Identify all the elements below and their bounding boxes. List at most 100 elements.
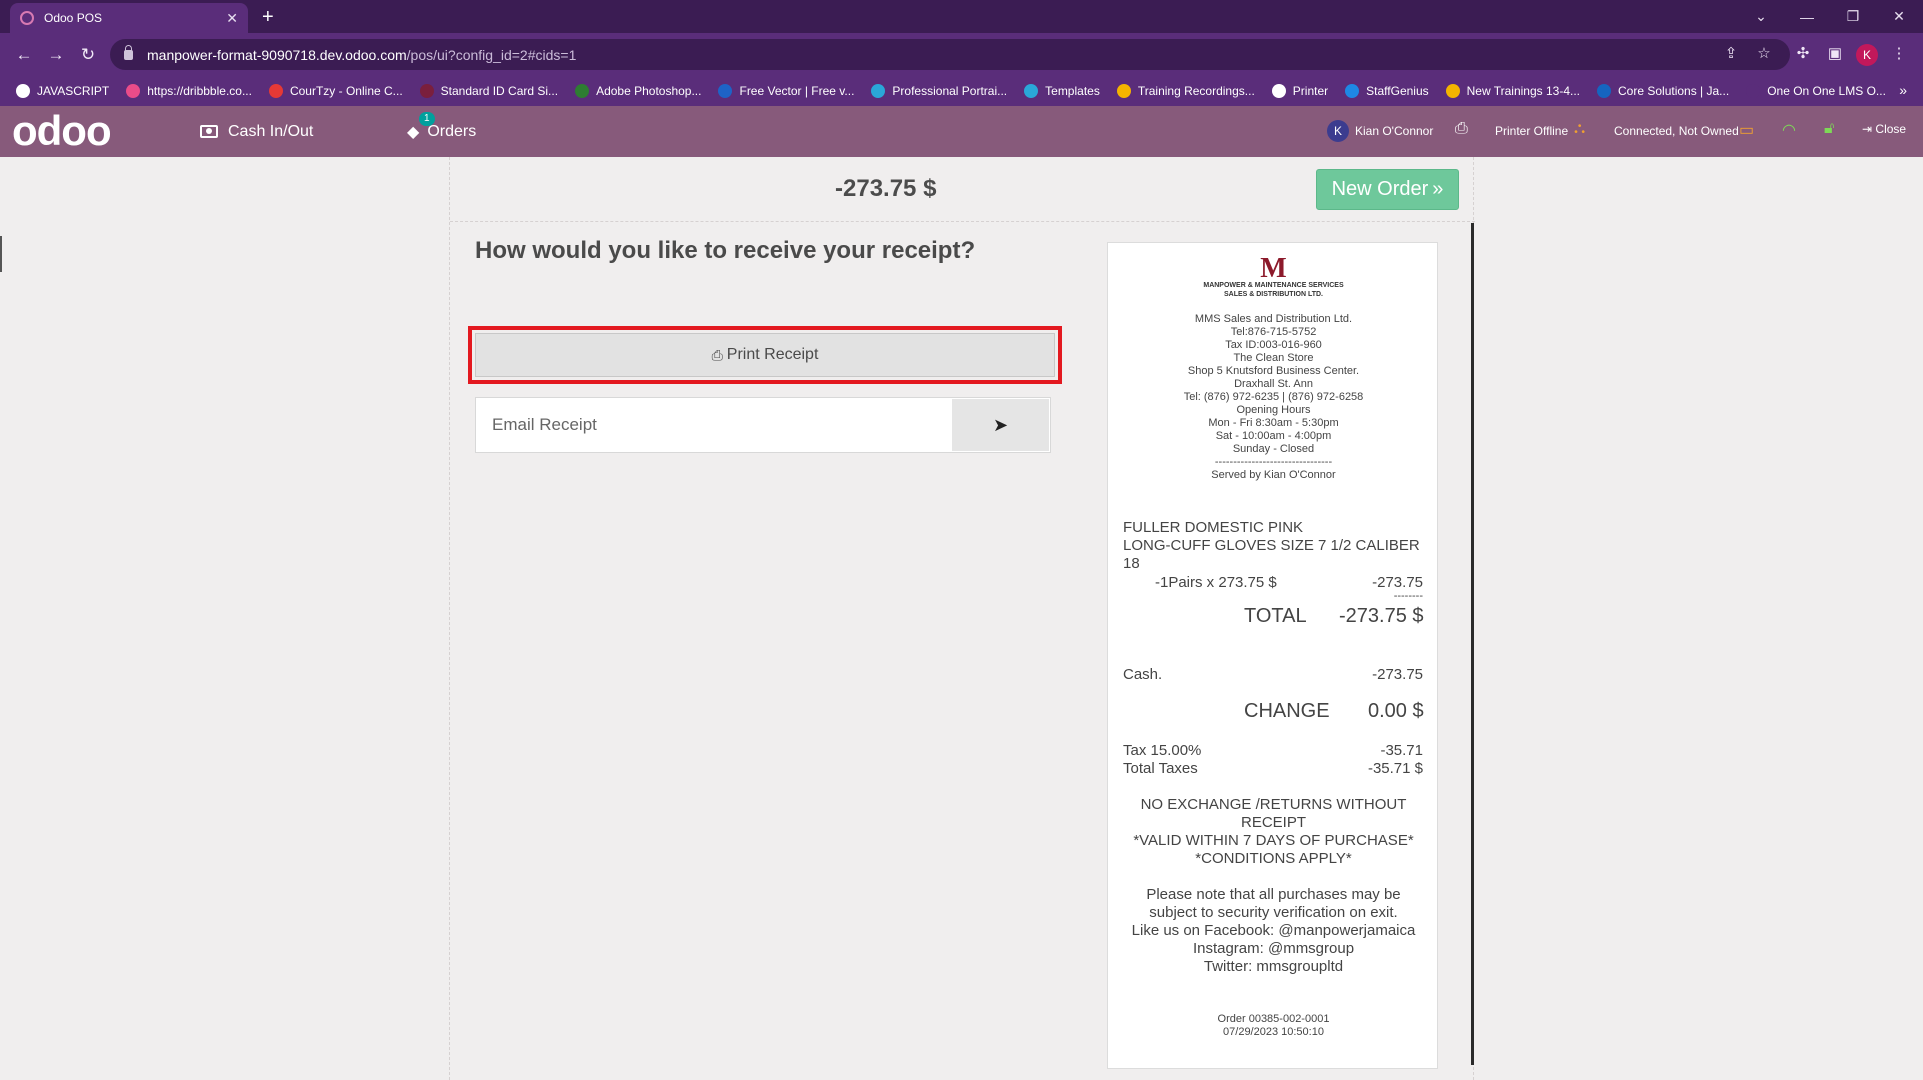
more-bookmarks-icon[interactable]: » bbox=[1899, 82, 1907, 98]
bookmark-favicon-icon bbox=[268, 84, 283, 98]
bookmark-item[interactable]: JAVASCRIPT bbox=[16, 84, 109, 98]
back-icon[interactable]: ← bbox=[12, 43, 36, 67]
bookmark-item[interactable]: Adobe Photoshop... bbox=[575, 84, 701, 98]
receipt-notes: Please note that all purchases may be sub… bbox=[1118, 886, 1429, 976]
product-qty: -1Pairs x 273.75 $ bbox=[1155, 574, 1277, 591]
desktop-icon: ▭ bbox=[1739, 122, 1755, 139]
bookmark-item[interactable]: Printer bbox=[1271, 84, 1328, 98]
send-email-button[interactable]: ➤ bbox=[952, 399, 1049, 451]
bookmark-item[interactable]: Professional Portrai... bbox=[871, 84, 1007, 98]
cashier-selector[interactable]: K Kian O'Connor bbox=[1327, 120, 1433, 142]
tab-search-icon[interactable]: ⌄ bbox=[1738, 0, 1784, 33]
odoo-logo: odoo bbox=[12, 107, 112, 154]
bookmark-favicon-icon bbox=[1445, 84, 1460, 98]
cashier-name: Kian O'Connor bbox=[1355, 124, 1434, 138]
extensions-icon[interactable]: ✣ bbox=[1792, 43, 1814, 65]
print-receipt-button[interactable]: ⎙ Print Receipt bbox=[475, 333, 1055, 377]
orders-badge: 1 bbox=[419, 111, 435, 126]
window-close-icon[interactable]: ✕ bbox=[1876, 0, 1922, 33]
receipt-header-line: Sat - 10:00am - 4:00pm bbox=[1215, 430, 1332, 442]
browser-tab[interactable]: Odoo POS ✕ bbox=[10, 3, 248, 33]
unlock-icon[interactable]: 🔓︎ bbox=[1824, 120, 1834, 138]
company-logo: M MANPOWER & MAINTENANCE SERVICES SALES … bbox=[1108, 253, 1439, 299]
total-value: -273.75 $ bbox=[1339, 605, 1424, 627]
print-receipt-label: Print Receipt bbox=[726, 346, 819, 363]
policy-line: NO EXCHANGE /RETURNS WITHOUT bbox=[1140, 796, 1407, 813]
close-button[interactable]: ⇥ Close bbox=[1862, 122, 1906, 136]
sign-out-icon: ⇥ bbox=[1862, 122, 1873, 136]
bookmark-label: Templates bbox=[1045, 84, 1100, 98]
total-label: TOTAL bbox=[1244, 605, 1307, 627]
bookmark-label: Adobe Photoshop... bbox=[596, 84, 702, 98]
email-receipt-group: ➤ bbox=[475, 397, 1051, 453]
browser-menu-icon[interactable]: ⋮ bbox=[1888, 43, 1910, 65]
print-icon: ⎙ bbox=[711, 346, 723, 363]
share-icon[interactable]: ⇪ bbox=[1720, 43, 1742, 65]
order-date: 07/29/2023 10:50:10 bbox=[1223, 1026, 1324, 1038]
bookmark-item[interactable]: One On One LMS O... bbox=[1746, 84, 1886, 98]
bookmark-item[interactable]: StaffGenius bbox=[1345, 84, 1429, 98]
scrollbar[interactable] bbox=[1471, 223, 1474, 1065]
receipt-header-line: Opening Hours bbox=[1236, 404, 1311, 416]
new-order-button[interactable]: New Order » bbox=[1316, 169, 1459, 210]
bookmark-favicon-icon bbox=[718, 84, 733, 98]
product-name-line: 18 bbox=[1123, 555, 1140, 572]
tab-close-icon[interactable]: ✕ bbox=[226, 10, 238, 27]
restore-icon[interactable]: ❐ bbox=[1830, 0, 1876, 33]
bookmark-item[interactable]: Core Solutions | Ja... bbox=[1597, 84, 1729, 98]
company-name: MANPOWER & MAINTENANCE SERVICES bbox=[1203, 282, 1344, 289]
policy-line: *VALID WITHIN 7 DAYS OF PURCHASE* bbox=[1133, 832, 1414, 849]
bookmark-item[interactable]: Training Recordings... bbox=[1116, 84, 1255, 98]
bookmark-favicon-icon bbox=[1024, 84, 1039, 98]
bookmark-label: Free Vector | Free v... bbox=[739, 84, 855, 98]
total-taxes-label: Total Taxes bbox=[1123, 760, 1198, 777]
new-tab-icon[interactable]: + bbox=[262, 4, 274, 30]
orders-label: Orders bbox=[427, 122, 477, 140]
receipt-header-line: Shop 5 Knutsford Business Center. bbox=[1187, 365, 1360, 377]
bookmark-item[interactable]: New Trainings 13-4... bbox=[1445, 84, 1581, 98]
product-name-line: FULLER DOMESTIC PINK bbox=[1123, 519, 1304, 536]
bookmark-item[interactable]: CourTzy - Online C... bbox=[268, 84, 403, 98]
printer-status[interactable]: Printer Offline bbox=[1495, 124, 1568, 138]
printer-icon[interactable]: ⎙ bbox=[1455, 120, 1468, 138]
policy-line: RECEIPT bbox=[1240, 814, 1306, 831]
new-order-label: New Order bbox=[1331, 178, 1429, 200]
email-receipt-input[interactable] bbox=[476, 398, 952, 452]
policy-line: *CONDITIONS APPLY* bbox=[1195, 850, 1352, 867]
minimize-icon[interactable]: — bbox=[1784, 0, 1830, 33]
wifi-icon: ◠ bbox=[1782, 122, 1796, 139]
bookmark-item[interactable]: Standard ID Card Si... bbox=[419, 84, 559, 98]
note-line: Instagram: @mmsgroup bbox=[1192, 940, 1355, 957]
connection-status[interactable]: Connected, Not Owned bbox=[1614, 124, 1739, 138]
profile-avatar[interactable]: K bbox=[1856, 44, 1878, 66]
url-field[interactable]: manpower-format-9090718.dev.odoo.com/pos… bbox=[110, 39, 1790, 70]
product-name: FULLER DOMESTIC PINK LONG-CUFF GLOVES SIZ… bbox=[1123, 519, 1423, 573]
bookmark-favicon-icon bbox=[419, 84, 434, 98]
cash-in-out-label: Cash In/Out bbox=[228, 122, 314, 140]
product-qty-row: -1Pairs x 273.75 $ -273.75 bbox=[1123, 574, 1423, 591]
receipt-header-line: The Clean Store bbox=[1233, 352, 1314, 364]
note-line: Like us on Facebook: @manpowerjamaica bbox=[1131, 922, 1416, 939]
bookmark-star-icon[interactable]: ☆ bbox=[1753, 43, 1775, 65]
bookmark-favicon-icon bbox=[1345, 84, 1360, 98]
tag-icon: ◆ 1 bbox=[407, 111, 435, 142]
side-panel-icon[interactable]: ▣ bbox=[1824, 43, 1846, 65]
bookmark-label: Training Recordings... bbox=[1137, 84, 1255, 98]
bookmark-item[interactable]: Templates bbox=[1024, 84, 1100, 98]
close-label: Close bbox=[1875, 122, 1907, 136]
bookmark-label: Standard ID Card Si... bbox=[440, 84, 559, 98]
bookmark-item[interactable]: https://dribbble.co... bbox=[126, 84, 252, 98]
orders-button[interactable]: ◆ 1 Orders bbox=[407, 106, 476, 157]
bookmark-label: New Trainings 13-4... bbox=[1466, 84, 1581, 98]
cash-in-out-button[interactable]: Cash In/Out bbox=[200, 106, 313, 157]
forward-icon[interactable]: → bbox=[44, 43, 68, 67]
reload-icon[interactable]: ↻ bbox=[76, 43, 100, 67]
paper-plane-icon: ➤ bbox=[992, 414, 1009, 435]
receipt-screen-top: -273.75 $ New Order » bbox=[450, 157, 1475, 222]
bookmark-item[interactable]: Free Vector | Free v... bbox=[718, 84, 854, 98]
bookmark-label: One On One LMS O... bbox=[1767, 84, 1886, 98]
payment-amount: -273.75 bbox=[1372, 666, 1423, 683]
bookmark-label: CourTzy - Online C... bbox=[289, 84, 403, 98]
company-logo-mark: M bbox=[1260, 253, 1287, 284]
receipt-header-line: Served by Kian O'Connor bbox=[1211, 469, 1336, 481]
